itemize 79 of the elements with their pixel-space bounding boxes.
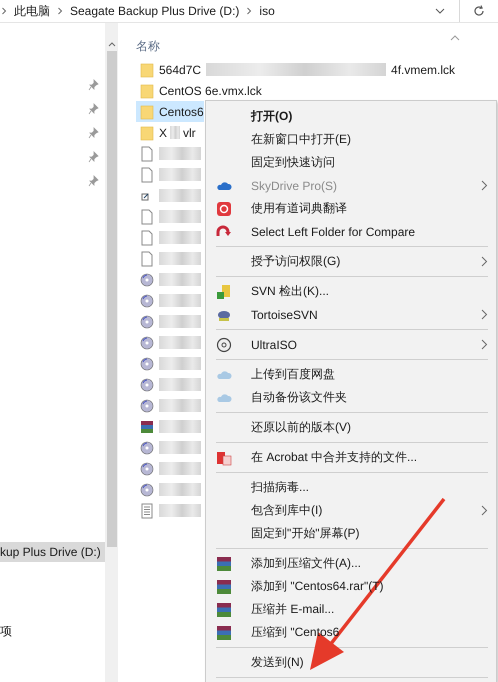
file-name[interactable]: 564d7C: [159, 62, 202, 76]
disc-icon: [140, 272, 154, 288]
column-header[interactable]: 名称: [136, 38, 160, 54]
folder-icon: [140, 124, 154, 140]
menu-item[interactable]: TortoiseSVN: [251, 308, 318, 322]
file-row[interactable]: 564d7C 4f.vmem.lck: [136, 59, 456, 80]
dictionary-icon: [216, 200, 232, 216]
sort-up-icon: [450, 35, 460, 41]
refresh-icon[interactable]: [472, 4, 486, 18]
checkout-icon: [216, 284, 232, 300]
chevron-icon: [0, 7, 8, 15]
disc-icon: [140, 440, 154, 456]
disc-icon: [140, 356, 154, 372]
menu-item: SkyDrive Pro(S): [251, 178, 338, 192]
nav-item[interactable]: 项: [0, 620, 105, 643]
folder-icon: [140, 104, 154, 120]
menu-item[interactable]: 在 Acrobat 中合并支持的文件...: [251, 449, 418, 466]
document-icon: [216, 450, 232, 466]
file-name[interactable]: 4f.vmem.lck: [391, 62, 456, 76]
file-icon: [140, 250, 154, 266]
file-icon: [140, 146, 154, 162]
menu-item[interactable]: 在新窗口中打开(E): [251, 131, 351, 148]
archive-icon: [216, 624, 232, 640]
menu-item[interactable]: 压缩到 "Centos6: [251, 624, 340, 641]
pin-icon[interactable]: [88, 103, 99, 115]
folder-icon: [140, 82, 154, 98]
menu-item[interactable]: 发送到(N): [251, 654, 304, 671]
disc-icon: [140, 376, 154, 392]
file-icon: [140, 230, 154, 246]
menu-item[interactable]: 使用有道词典翻译: [251, 200, 347, 217]
disc-icon: [140, 398, 154, 414]
disc-icon: [216, 336, 232, 352]
disc-icon: [140, 314, 154, 330]
file-row[interactable]: CentOS 6e.vmx.lck: [136, 80, 262, 101]
disc-icon: [140, 292, 154, 308]
archive-icon: [216, 556, 232, 572]
menu-item[interactable]: UltraISO: [251, 338, 298, 352]
archive-icon: [140, 418, 154, 434]
file-name: Centos6: [159, 104, 204, 118]
menu-item[interactable]: 包含到库中(I): [251, 502, 322, 519]
menu-item[interactable]: Select Left Folder for Compare: [251, 224, 416, 238]
nav-item[interactable]: kup Plus Drive (D:): [0, 542, 105, 562]
pin-icon[interactable]: [88, 151, 99, 163]
menu-item[interactable]: 打开(O): [251, 108, 292, 125]
menu-item[interactable]: 添加到压缩文件(A)...: [251, 555, 361, 572]
archive-icon: [216, 602, 232, 618]
breadcrumb-segment[interactable]: 此电脑: [8, 2, 56, 20]
pin-icon[interactable]: [88, 79, 99, 91]
file-name[interactable]: CentOS 6e.vmx.lck: [159, 84, 262, 98]
menu-item[interactable]: 自动备份该文件夹: [251, 389, 347, 406]
breadcrumb-segment[interactable]: Seagate Backup Plus Drive (D:): [64, 4, 246, 18]
menu-item[interactable]: 授予访问权限(G): [251, 253, 340, 270]
breadcrumb-segment[interactable]: iso: [253, 4, 281, 18]
menu-item[interactable]: 上传到百度网盘: [251, 366, 335, 383]
file-name[interactable]: X: [159, 126, 168, 140]
file-name[interactable]: vlr: [183, 126, 196, 140]
disc-icon: [140, 460, 154, 476]
menu-item[interactable]: 固定到"开始"屏幕(P): [251, 525, 360, 542]
file-icon: [140, 208, 154, 224]
file-icon: [140, 166, 154, 182]
disc-icon: [140, 482, 154, 498]
file-row[interactable]: X vlr: [136, 122, 196, 143]
pin-icon[interactable]: [88, 175, 99, 187]
scrollbar[interactable]: [105, 23, 118, 682]
chevron-icon: [245, 7, 254, 15]
archive-icon: [216, 578, 232, 594]
menu-item[interactable]: 压缩并 E-mail...: [251, 601, 334, 618]
pin-icon[interactable]: [88, 127, 99, 139]
disc-icon: [140, 334, 154, 350]
selected-file-row[interactable]: Centos6: [136, 101, 204, 122]
dropdown-icon[interactable]: [435, 7, 445, 15]
menu-item[interactable]: 扫描病毒...: [251, 479, 310, 496]
menu-item[interactable]: 还原以前的版本(V): [251, 419, 351, 436]
folder-icon: [140, 62, 154, 78]
menu-item[interactable]: SVN 检出(K)...: [251, 283, 330, 300]
menu-item[interactable]: 固定到快速访问: [251, 154, 335, 171]
scroll-up-icon[interactable]: [108, 41, 116, 47]
text-file-icon: [140, 502, 154, 518]
chevron-icon: [56, 7, 64, 15]
